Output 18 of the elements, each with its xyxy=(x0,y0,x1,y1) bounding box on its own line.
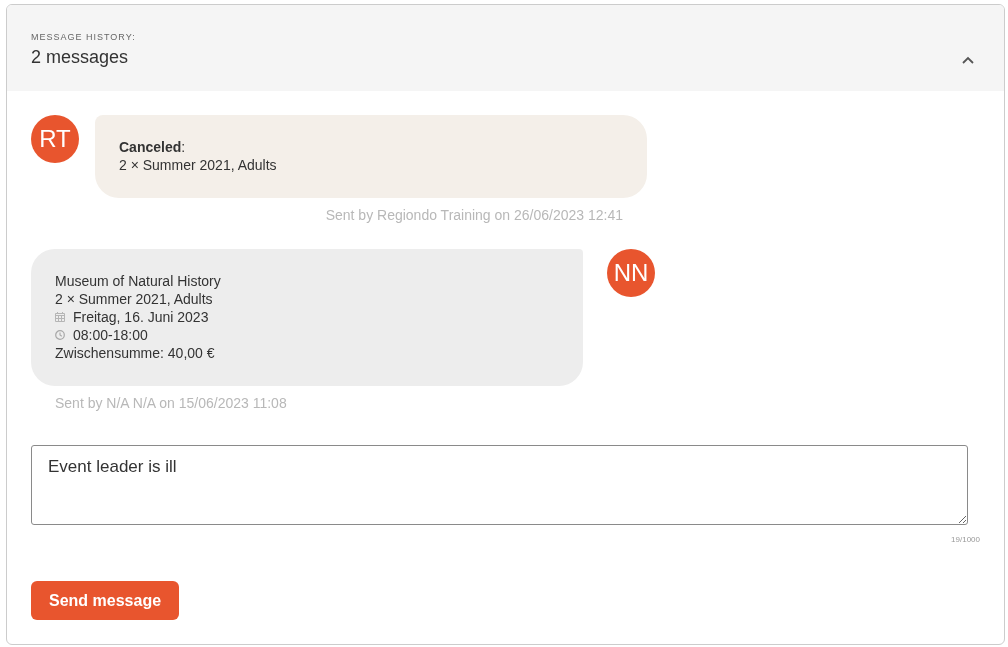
send-message-button[interactable]: Send message xyxy=(31,581,180,620)
message-text: 2 × Summer 2021, Adults xyxy=(119,156,277,174)
calendar-icon xyxy=(55,312,65,322)
avatar: RT xyxy=(31,115,79,163)
message-meta: Sent by Regiondo Training on 26/06/2023 12:41 xyxy=(325,206,623,224)
message-text: 08:00-18:00 xyxy=(73,326,148,344)
message-field[interactable]: Event leader is ill xyxy=(31,445,968,525)
message-text: Zwischensumme: 40,00 € xyxy=(55,344,215,362)
message-count: 2 messages xyxy=(31,46,130,68)
message-text: Canceled: xyxy=(119,138,186,156)
message-meta: Sent by N/A N/A on 15/06/2023 11:08 xyxy=(55,394,287,412)
clock-icon xyxy=(55,330,65,340)
character-counter: 19/1000 xyxy=(951,535,980,545)
message-text: Museum of Natural History xyxy=(55,272,221,290)
section-label: MESSAGE HISTORY: xyxy=(31,31,136,43)
avatar: NN xyxy=(607,249,655,297)
message-text: Freitag, 16. Juni 2023 xyxy=(73,308,209,326)
message-text: 2 × Summer 2021, Adults xyxy=(55,290,213,308)
